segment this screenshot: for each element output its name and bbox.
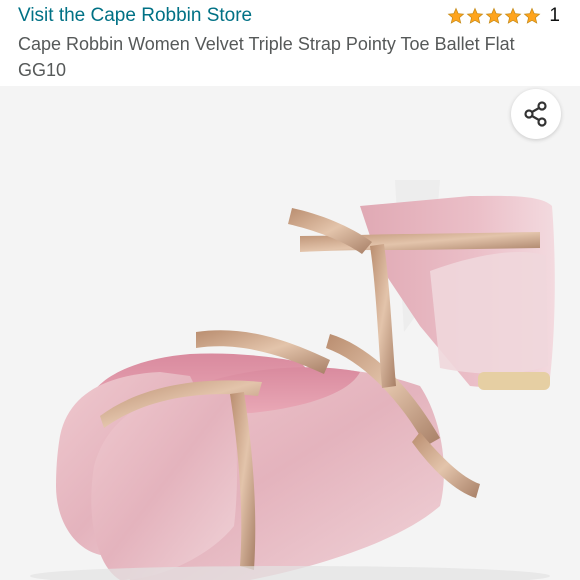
rating[interactable]: 1 (447, 4, 560, 28)
product-image[interactable] (0, 86, 580, 580)
product-title: Cape Robbin Women Velvet Triple Strap Po… (18, 34, 515, 80)
rating-count[interactable]: 1 (549, 4, 560, 28)
star-rating (447, 7, 541, 25)
star-icon (505, 7, 522, 24)
share-icon (524, 101, 547, 127)
star-icon (467, 7, 484, 24)
star-icon (486, 7, 503, 24)
star-icon (448, 7, 465, 24)
store-link[interactable]: Visit the Cape Robbin Store (18, 4, 252, 28)
product-header: Visit the Cape Robbin Store 1 Cape Robbi… (0, 0, 580, 86)
shoe-image (30, 180, 555, 580)
star-icon (524, 7, 541, 24)
share-button[interactable] (511, 89, 561, 139)
